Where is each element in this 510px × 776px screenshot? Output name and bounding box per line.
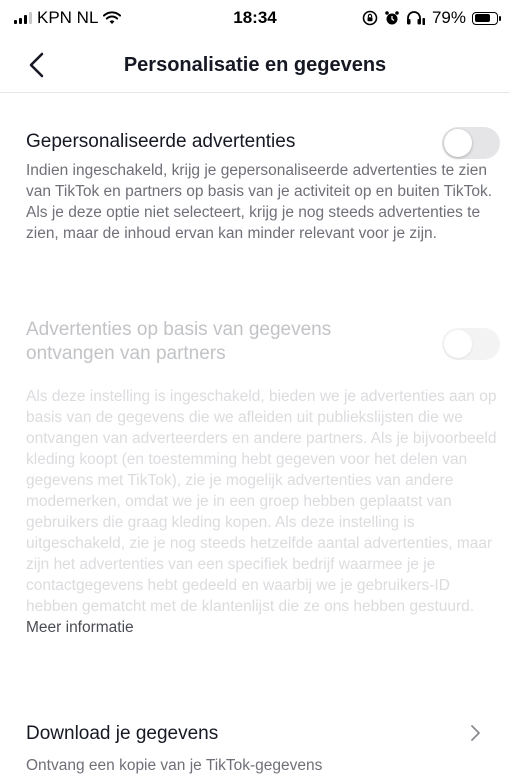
toggle-knob bbox=[444, 129, 472, 157]
more-info-link[interactable]: Meer informatie bbox=[26, 619, 134, 636]
download-data-description: Ontvang een kopie van je TikTok-gegevens bbox=[26, 757, 323, 774]
screen-rotation-lock-icon bbox=[362, 10, 378, 26]
personalized-ads-toggle[interactable] bbox=[442, 127, 500, 159]
page-title: Personalisatie en gegevens bbox=[123, 54, 387, 76]
navigation-header: Personalisatie en gegevens bbox=[0, 40, 510, 93]
partner-data-ads-text: Als deze instelling is ingeschakeld, bie… bbox=[26, 388, 497, 615]
partner-data-ads-setting: Advertenties op basis van gegevens ontva… bbox=[26, 318, 500, 638]
battery-icon bbox=[472, 11, 501, 25]
status-bar: KPN NL 18:34 79% bbox=[0, 0, 510, 36]
personalized-ads-title: Gepersonaliseerde advertenties bbox=[26, 131, 296, 152]
personalized-ads-setting: Gepersonaliseerde advertenties Indien in… bbox=[26, 127, 500, 244]
partner-data-ads-description: Als deze instelling is ingeschakeld, bie… bbox=[26, 386, 500, 638]
partner-data-ads-title: Advertenties op basis van gegevens ontva… bbox=[26, 319, 332, 364]
personalized-ads-description: Indien ingeschakeld, krijg je gepersonal… bbox=[26, 162, 493, 242]
alarm-icon bbox=[385, 11, 399, 25]
battery-percentage: 79% bbox=[431, 8, 466, 27]
download-data-title: Download je gegevens bbox=[26, 723, 219, 744]
chevron-right-icon bbox=[471, 725, 480, 741]
headphones-icon bbox=[406, 11, 425, 25]
download-data-row[interactable]: Download je gegevens Ontvang een kopie v… bbox=[26, 722, 500, 776]
toggle-knob bbox=[444, 330, 472, 358]
partner-data-ads-toggle bbox=[442, 328, 500, 360]
battery-level bbox=[474, 14, 490, 22]
status-right: 79% bbox=[362, 8, 501, 28]
